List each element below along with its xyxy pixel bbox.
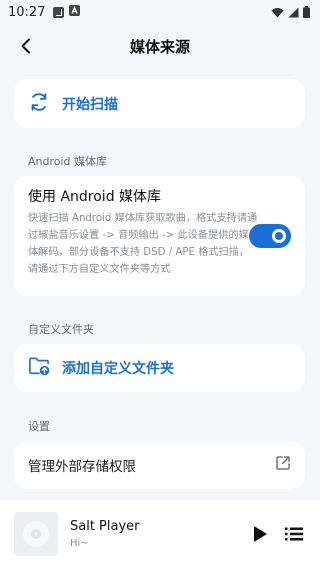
disc-icon xyxy=(23,521,49,547)
arrow-back-icon xyxy=(21,38,30,54)
section-header-custom-folder: 自定义文件夹 xyxy=(28,323,94,336)
folder-add-icon xyxy=(28,356,50,380)
album-art[interactable] xyxy=(14,512,58,556)
manage-external-storage-label: 管理外部存储权限 xyxy=(28,459,136,475)
battery-icon xyxy=(303,6,310,18)
status-bar: 10:27 xyxy=(0,0,320,24)
start-scan-button[interactable]: 开始扫描 xyxy=(14,79,305,128)
top-app-bar: 媒体来源 xyxy=(0,26,320,66)
status-time: 10:27 xyxy=(8,4,46,20)
toggle-knob xyxy=(272,229,286,243)
track-title: Salt Player xyxy=(70,519,140,534)
section-header-android: Android 媒体库 xyxy=(28,155,108,168)
section-header-settings: 设置 xyxy=(28,420,50,433)
page-title: 媒体来源 xyxy=(129,37,190,56)
track-subtitle: Hi~ xyxy=(70,538,89,549)
android-media-library-setting[interactable]: 使用 Android 媒体库 快速扫描 Android 媒体库获取歌曲，格式支持… xyxy=(14,176,305,296)
a-notification-icon xyxy=(69,4,81,20)
track-info[interactable]: Salt Player Hi~ xyxy=(70,519,248,549)
queue-list-icon xyxy=(285,527,303,541)
manage-external-storage-button[interactable]: 管理外部存储权限 xyxy=(14,441,305,489)
mini-player[interactable]: Salt Player Hi~ xyxy=(0,500,320,568)
setting-description: 快速扫描 Android 媒体库获取歌曲，格式支持请通过椒盐音乐设置 -> 音频… xyxy=(28,213,258,275)
queue-button[interactable] xyxy=(282,522,306,546)
add-custom-folder-label: 添加自定义文件夹 xyxy=(62,361,174,377)
add-custom-folder-button[interactable]: 添加自定义文件夹 xyxy=(14,344,305,392)
refresh-icon xyxy=(28,91,50,117)
wifi-icon xyxy=(271,7,284,18)
play-icon xyxy=(254,526,267,542)
app-notification-icon xyxy=(53,6,65,18)
play-button[interactable] xyxy=(248,522,272,546)
start-scan-label: 开始扫描 xyxy=(62,96,118,113)
setting-title: 使用 Android 媒体库 xyxy=(28,189,162,205)
android-media-library-toggle[interactable] xyxy=(249,224,291,248)
back-button[interactable] xyxy=(14,34,38,58)
open-external-icon xyxy=(275,455,291,475)
signal-icon xyxy=(288,7,299,18)
